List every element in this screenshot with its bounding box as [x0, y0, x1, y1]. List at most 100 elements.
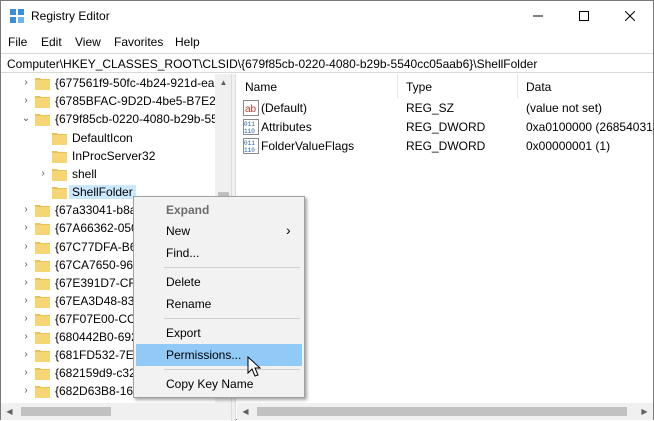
- tree-item-label: {67A66362-050: [55, 221, 138, 235]
- minimize-button[interactable]: [515, 1, 561, 31]
- string-value-icon: ab: [243, 100, 259, 116]
- menu-item-label: New: [166, 224, 191, 238]
- menu-item-export[interactable]: Export: [136, 322, 302, 344]
- value-row[interactable]: 011 110 Attributes REG_DWORD 0xa0100000 …: [237, 118, 654, 137]
- scroll-up-arrow-icon[interactable]: ▲: [215, 74, 232, 91]
- context-menu: Expand New › Find... Delete Rename Expor…: [133, 196, 305, 398]
- value-row[interactable]: ab (Default) REG_SZ (value not set): [237, 99, 653, 118]
- expand-chevron-icon[interactable]: ›: [21, 331, 31, 343]
- expand-chevron-icon[interactable]: ›: [38, 168, 48, 180]
- scroll-left-arrow-icon[interactable]: ◀: [237, 403, 254, 420]
- tree-item-label: {67E391D7-CF: [55, 276, 136, 290]
- svg-text:110: 110: [244, 128, 255, 135]
- menu-item-find[interactable]: Find...: [136, 242, 302, 264]
- tree-item-label: InProcServer32: [72, 149, 156, 163]
- folder-icon: [35, 368, 50, 380]
- expand-chevron-icon[interactable]: ›: [21, 204, 31, 216]
- value-name: Attributes: [261, 120, 312, 134]
- tree-horizontal-scrollbar[interactable]: ◀: [1, 403, 231, 420]
- folder-icon: [35, 242, 50, 254]
- menu-item-label: Find...: [166, 246, 200, 260]
- tree-item-label: ShellFolder: [69, 185, 136, 199]
- menu-item-label: Permissions...: [166, 348, 242, 362]
- menu-file[interactable]: File: [8, 35, 27, 49]
- folder-icon: [35, 332, 50, 344]
- value-type: REG_DWORD: [406, 120, 486, 134]
- values-horizontal-scrollbar[interactable]: ◀ ▶: [237, 403, 653, 420]
- tree-item-label: {67CA7650-96: [55, 258, 134, 272]
- tree-item-label: DefaultIcon: [72, 131, 133, 145]
- menu-favorites[interactable]: Favorites: [114, 35, 163, 49]
- tree-item-label: {680442B0-692: [55, 330, 138, 344]
- dword-value-icon: 011 110: [243, 119, 259, 135]
- expand-chevron-icon[interactable]: ›: [21, 385, 31, 397]
- folder-icon: [35, 205, 50, 217]
- tree-item[interactable]: DefaultIcon: [1, 129, 215, 147]
- mouse-pointer-icon: [247, 356, 262, 377]
- scrollbar-thumb[interactable]: [257, 407, 627, 416]
- scroll-right-arrow-icon[interactable]: ▶: [636, 403, 653, 420]
- scroll-left-arrow-icon[interactable]: ◀: [1, 403, 18, 420]
- expand-chevron-icon[interactable]: ›: [21, 95, 31, 107]
- menu-item-expand[interactable]: Expand: [136, 199, 302, 221]
- scrollbar-thumb[interactable]: [21, 407, 111, 416]
- folder-icon: [35, 350, 50, 362]
- folder-icon: [35, 386, 50, 398]
- tree-item[interactable]: InProcServer32: [1, 147, 215, 165]
- value-data: 0xa0100000 (2685403136: [526, 120, 654, 134]
- tree-item-label: {67a33041-b8a: [55, 203, 137, 217]
- menu-item-label: Copy Key Name: [166, 377, 254, 391]
- tree-item[interactable]: › {677561f9-50fc-4b24-921d-eac: [1, 74, 220, 92]
- expand-chevron-icon[interactable]: ›: [21, 222, 31, 234]
- address-bar[interactable]: Computer\HKEY_CLASSES_ROOT\CLSID\{679f85…: [1, 53, 653, 73]
- menu-separator: [164, 267, 300, 268]
- value-name: FolderValueFlags: [261, 139, 355, 153]
- tree-item[interactable]: › {6785BFAC-9D2D-4be5-B7E2-5: [1, 92, 226, 110]
- menu-item-label: Rename: [166, 297, 212, 311]
- expand-chevron-icon[interactable]: ›: [21, 295, 31, 307]
- maximize-button[interactable]: [561, 1, 607, 31]
- expand-chevron-icon[interactable]: ›: [21, 259, 31, 271]
- menu-item-copy-key-name[interactable]: Copy Key Name: [136, 373, 302, 395]
- registry-editor-icon: [10, 9, 24, 23]
- svg-text:ab: ab: [245, 104, 257, 115]
- menu-view[interactable]: View: [75, 35, 101, 49]
- menu-item-delete[interactable]: Delete: [136, 271, 302, 293]
- tree-item-label: {677561f9-50fc-4b24-921d-eac: [55, 76, 221, 90]
- expand-chevron-icon[interactable]: ›: [21, 241, 31, 253]
- collapse-chevron-icon[interactable]: ⌄: [21, 113, 31, 125]
- menu-item-rename[interactable]: Rename: [136, 293, 302, 315]
- expand-chevron-icon[interactable]: ›: [21, 313, 31, 325]
- column-header-name[interactable]: Name: [237, 74, 398, 98]
- tree-item[interactable]: ⌄ {679f85cb-0220-4080-b29b-554: [1, 110, 224, 128]
- column-header-data[interactable]: Data: [518, 74, 653, 98]
- menu-edit[interactable]: Edit: [41, 35, 62, 49]
- submenu-arrow-icon: ›: [286, 222, 291, 238]
- tree-item-label: {682159d9-c32: [55, 366, 136, 380]
- expand-chevron-icon[interactable]: ›: [21, 77, 31, 89]
- menu-help[interactable]: Help: [175, 35, 200, 49]
- folder-icon: [35, 260, 50, 272]
- expand-chevron-icon[interactable]: ›: [21, 367, 31, 379]
- close-icon: [625, 11, 635, 21]
- menu-item-new[interactable]: New ›: [136, 220, 302, 242]
- folder-icon: [35, 114, 50, 126]
- window-title: Registry Editor: [31, 9, 110, 23]
- tree-item-label: {67F07E00-CC: [55, 312, 136, 326]
- value-name: (Default): [261, 101, 308, 115]
- close-button[interactable]: [607, 1, 653, 31]
- menu-separator: [164, 318, 300, 319]
- menu-item-label: Expand: [166, 203, 210, 217]
- dword-value-icon: 011 110: [243, 138, 259, 154]
- value-type: REG_SZ: [406, 101, 455, 115]
- tree-item[interactable]: › shell: [1, 165, 215, 183]
- folder-icon: [35, 278, 50, 290]
- value-row[interactable]: 011 110 FolderValueFlags REG_DWORD 0x000…: [237, 137, 653, 156]
- expand-chevron-icon[interactable]: ›: [21, 277, 31, 289]
- maximize-icon: [579, 11, 589, 21]
- folder-icon: [35, 78, 50, 90]
- column-header-type[interactable]: Type: [398, 74, 518, 98]
- expand-chevron-icon[interactable]: ›: [21, 349, 31, 361]
- menu-item-permissions[interactable]: Permissions...: [136, 344, 302, 366]
- tree-item-label: shell: [72, 167, 97, 181]
